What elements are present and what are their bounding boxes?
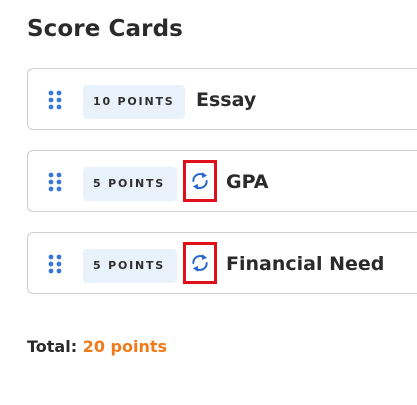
card-name: Essay — [196, 89, 257, 111]
sync-icon — [192, 172, 208, 190]
page-title: Score Cards — [27, 16, 183, 42]
score-cards-page: Score Cards 10 POINTS Essay 5 POINTS GPA… — [0, 0, 417, 405]
total-value: 20 points — [82, 337, 168, 356]
score-card-financial-need[interactable]: 5 POINTS Financial Need — [27, 232, 417, 294]
score-card-gpa[interactable]: 5 POINTS GPA — [27, 150, 417, 212]
total-summary: Total: 20 points — [27, 337, 167, 356]
sync-icon — [192, 254, 208, 272]
points-badge: 5 POINTS — [83, 249, 177, 283]
card-name: Financial Need — [226, 253, 385, 275]
drag-handle-icon[interactable] — [48, 172, 62, 192]
sync-button[interactable] — [183, 160, 217, 202]
sync-button[interactable] — [183, 242, 217, 284]
points-badge: 5 POINTS — [83, 167, 177, 201]
score-card-list: 10 POINTS Essay 5 POINTS GPA 5 POINTS Fi… — [27, 68, 417, 314]
total-label: Total: — [27, 337, 78, 356]
points-badge: 10 POINTS — [83, 85, 185, 119]
drag-handle-icon[interactable] — [48, 254, 62, 274]
score-card-essay[interactable]: 10 POINTS Essay — [27, 68, 417, 130]
drag-handle-icon[interactable] — [48, 90, 62, 110]
card-name: GPA — [226, 171, 269, 193]
